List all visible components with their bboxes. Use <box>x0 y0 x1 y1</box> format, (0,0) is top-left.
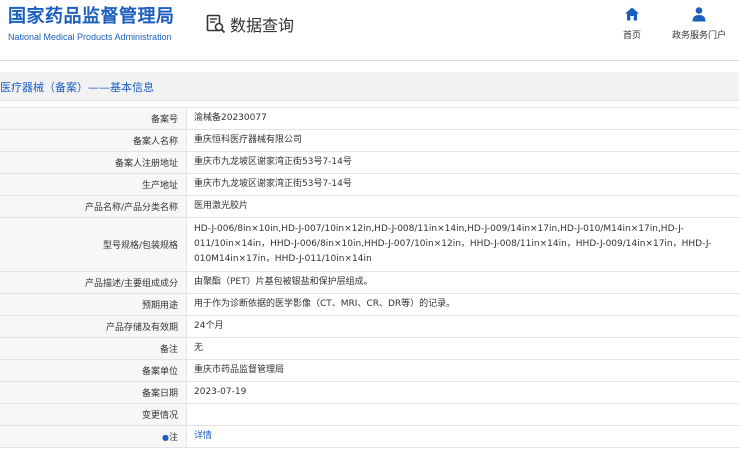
row-product-name: 产品名称/产品分类名称 医用激光胶片 <box>0 195 739 218</box>
row-value <box>186 403 739 426</box>
row-label: 备案单位 <box>0 359 187 382</box>
nav-service-portal[interactable]: 政务服务门户 <box>664 6 734 41</box>
user-icon <box>692 7 706 22</box>
help-icon: ● <box>162 433 169 442</box>
row-value: 重庆市九龙坡区谢家湾正街53号7-14号 <box>186 173 739 196</box>
row-label: 备案日期 <box>0 381 187 404</box>
row-value: 2023-07-19 <box>186 381 739 404</box>
row-value: 24个月 <box>186 315 739 338</box>
nav-home[interactable]: 首页 <box>597 6 667 41</box>
row-record-number: 备案号 渝械备20230077 <box>0 107 739 130</box>
row-model-spec: 型号规格/包装规格 HD-J-006/8in×10in,HD-J-007/10i… <box>0 217 739 272</box>
brand-logo[interactable]: 国家药品监督管理局 National Medical Products Admi… <box>8 6 175 43</box>
details-link[interactable]: 详情 <box>194 431 212 441</box>
row-value: 渝械备20230077 <box>186 107 739 130</box>
section-title: 医疗器械（备案）——基本信息 <box>0 81 154 94</box>
brand-name-cn: 国家药品监督管理局 <box>8 6 175 27</box>
nav-home-label: 首页 <box>622 31 641 41</box>
row-filing-date: 备案日期 2023-07-19 <box>0 381 739 404</box>
nav-service-portal-label: 政务服务门户 <box>671 31 726 41</box>
row-value: 无 <box>186 337 739 360</box>
data-query-icon <box>206 14 226 34</box>
row-label: 备案人名称 <box>0 129 187 152</box>
row-label: 预期用途 <box>0 293 187 316</box>
device-info-table: 备案号 渝械备20230077 备案人名称 重庆恒科医疗器械有限公司 备案人注册… <box>0 107 739 448</box>
row-filing-unit: 备案单位 重庆市药品监督管理局 <box>0 359 739 382</box>
row-value: 用于作为诊断依据的医学影像（CT、MRI、CR、DR等）的记录。 <box>186 293 739 316</box>
row-value: 重庆市药品监督管理局 <box>186 359 739 382</box>
home-icon <box>625 7 639 21</box>
row-value: 重庆市九龙坡区谢家湾正街53号7-14号 <box>186 151 739 174</box>
row-label: 备注 <box>0 337 187 360</box>
row-label-text: 注 <box>168 433 178 443</box>
row-value: 医用激光胶片 <box>186 195 739 218</box>
row-label: 备案号 <box>0 107 187 130</box>
row-product-description: 产品描述/主要组成成分 由聚酯（PET）片基包被银盐和保护层组成。 <box>0 271 739 294</box>
row-production-address: 生产地址 重庆市九龙坡区谢家湾正街53号7-14号 <box>0 173 739 196</box>
row-details: ●注 详情 <box>0 425 739 448</box>
row-label: 备案人注册地址 <box>0 151 187 174</box>
row-label: 型号规格/包装规格 <box>0 217 187 272</box>
row-remarks: 备注 无 <box>0 337 739 360</box>
row-label: 产品描述/主要组成成分 <box>0 271 187 294</box>
row-label: 产品名称/产品分类名称 <box>0 195 187 218</box>
row-value: HD-J-006/8in×10in,HD-J-007/10in×12in,HD-… <box>186 217 739 272</box>
row-value: 详情 <box>186 425 739 448</box>
row-intended-use: 预期用途 用于作为诊断依据的医学影像（CT、MRI、CR、DR等）的记录。 <box>0 293 739 316</box>
row-value: 由聚酯（PET）片基包被银盐和保护层组成。 <box>186 271 739 294</box>
module-title-label: 数据查询 <box>230 16 295 35</box>
row-label: 生产地址 <box>0 173 187 196</box>
section-header: 医疗器械（备案）——基本信息 <box>0 72 739 101</box>
brand-name-en: National Medical Products Administration <box>8 32 172 42</box>
row-storage-validity: 产品存储及有效期 24个月 <box>0 315 739 338</box>
row-filer-address: 备案人注册地址 重庆市九龙坡区谢家湾正街53号7-14号 <box>0 151 739 174</box>
row-label: ●注 <box>0 425 187 448</box>
row-label: 变更情况 <box>0 403 187 426</box>
row-label: 产品存储及有效期 <box>0 315 187 338</box>
site-header: 国家药品监督管理局 National Medical Products Admi… <box>0 0 739 61</box>
row-change-history: 变更情况 <box>0 403 739 426</box>
module-title: 数据查询 <box>206 12 294 36</box>
row-filer-name: 备案人名称 重庆恒科医疗器械有限公司 <box>0 129 739 152</box>
row-value: 重庆恒科医疗器械有限公司 <box>186 129 739 152</box>
